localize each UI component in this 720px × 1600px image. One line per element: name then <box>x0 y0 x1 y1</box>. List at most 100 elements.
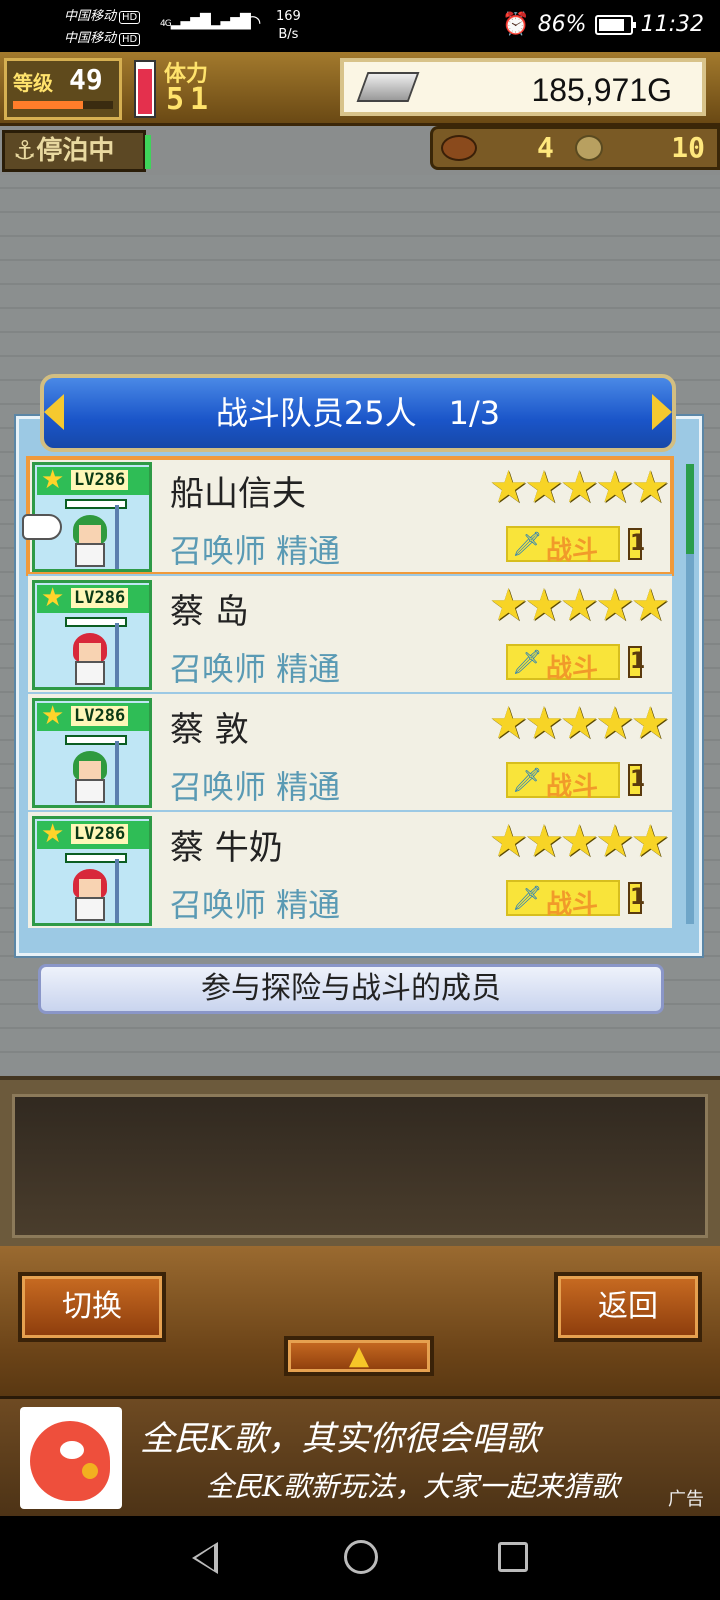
silver-bar-icon <box>356 72 420 102</box>
party-rank: 1 <box>628 528 645 560</box>
roster-row[interactable]: ★ LV286 蔡 敦召唤师 精通 ★★★★★ 🗡 战斗 1 <box>28 694 672 810</box>
wifi-icon: ◠ <box>244 10 261 34</box>
pointer-hand-icon <box>22 514 62 540</box>
resource-1-value: 4 <box>537 131 554 164</box>
previous-page-arrow-icon[interactable] <box>44 394 64 430</box>
party-rank: 1 <box>628 646 645 678</box>
level-label: 等级 <box>13 71 53 95</box>
ad-title: 全民K歌，其实你很会唱歌 <box>140 1419 540 1459</box>
back-nav-icon[interactable] <box>192 1542 218 1574</box>
role-label: 战斗 <box>546 772 599 802</box>
navigation-bar <box>0 1516 720 1600</box>
trident-icon <box>115 505 119 569</box>
sword-icon: 🗡 <box>512 530 543 558</box>
rarity-stars: ★★★★★ <box>488 816 670 867</box>
expand-up-button[interactable]: ▲ <box>284 1336 434 1376</box>
game-hud: 等级 49 体力 51 185,971G <box>0 52 720 126</box>
party-rank: 1 <box>628 764 645 796</box>
sword-icon: 🗡 <box>512 884 543 912</box>
sword-icon: 🗡 <box>512 648 543 676</box>
status-bar: 中国移动 HD 中国移动 HD 4G▂▄▆█ 4G▂▄▆█ ◠ 169 B/s ⏰ 8… <box>0 0 720 52</box>
stamina-value: 51 <box>166 82 215 117</box>
role-label: 战斗 <box>546 890 599 920</box>
xp-bar <box>13 101 113 109</box>
recent-apps-icon[interactable] <box>498 1542 528 1572</box>
level-badge: ★ LV286 <box>37 701 149 731</box>
parrot-eye <box>60 1441 84 1459</box>
member-portrait: ★ LV286 <box>32 698 152 808</box>
app-logo-icon <box>20 1407 122 1509</box>
ad-tag: 广告 <box>668 1489 704 1510</box>
microphone-icon <box>82 1463 98 1479</box>
roster-row[interactable]: ★ LV286 船山信夫 召唤师 精通 ★★★★★ 🗡 战斗 1 <box>26 456 674 576</box>
member-job: 召唤师 精通 <box>170 532 341 570</box>
gold-box: 185,971G <box>340 58 706 116</box>
trident-icon <box>115 859 119 923</box>
star-icon: ★ <box>41 819 65 849</box>
resource-2-value: 10 <box>671 131 705 164</box>
member-level: LV286 <box>71 824 129 844</box>
rarity-stars: ★★★★★ <box>488 580 670 631</box>
member-name: 蔡 岛 <box>170 592 249 632</box>
roster-title: 战斗队员25人 1/3 <box>215 394 501 432</box>
anchor-icon: ⚓ <box>13 136 37 166</box>
docked-status-badge: ⚓停泊中 <box>2 130 151 172</box>
star-icon: ★ <box>41 701 65 731</box>
rarity-stars: ★★★★★ <box>488 698 670 749</box>
role-label: 战斗 <box>546 536 599 566</box>
member-level: LV286 <box>71 706 129 726</box>
member-job: 召唤师 精通 <box>170 886 341 924</box>
gold-value: 185,971G <box>531 72 672 108</box>
member-level: LV286 <box>71 470 129 490</box>
parrot-icon <box>30 1421 110 1501</box>
level-badge: ★ LV286 <box>37 583 149 613</box>
stamina-gauge <box>134 60 156 118</box>
carrier-2: 中国移动 HD <box>64 27 141 46</box>
member-level: LV286 <box>71 588 129 608</box>
character-face <box>79 879 101 897</box>
ad-subtitle: 全民K歌新玩法，大家一起来猜歌 <box>206 1470 619 1503</box>
signal-icon: 4G▂▄▆█ <box>200 14 251 30</box>
role-badge: 🗡 战斗 <box>506 644 620 684</box>
roster-scrollbar[interactable] <box>686 464 694 924</box>
level-badge: ★ LV286 <box>37 819 149 849</box>
switch-button[interactable]: 切换 <box>18 1272 166 1342</box>
ad-banner[interactable]: 全民K歌，其实你很会唱歌 全民K歌新玩法，大家一起来猜歌 广告 <box>0 1396 720 1516</box>
member-name: 船山信夫 <box>170 474 306 514</box>
back-button[interactable]: 返回 <box>554 1272 702 1342</box>
level-box: 等级 49 <box>4 58 122 120</box>
sword-icon: 🗡 <box>512 766 543 794</box>
member-name: 蔡 牛奶 <box>170 828 283 868</box>
role-badge: 🗡 战斗 <box>506 762 620 802</box>
star-icon: ★ <box>41 465 65 495</box>
battery-percent: 86% <box>537 12 587 37</box>
character-body <box>75 779 105 803</box>
member-portrait: ★ LV286 <box>32 816 152 926</box>
character-face <box>79 761 101 779</box>
character-face <box>79 525 101 543</box>
character-face <box>79 643 101 661</box>
next-page-arrow-icon[interactable] <box>652 394 672 430</box>
character-body <box>75 897 105 921</box>
clock: 11:32 <box>640 12 704 37</box>
roster-row[interactable]: ★ LV286 蔡 牛奶召唤师 精通 ★★★★★ 🗡 战斗 1 <box>28 812 672 928</box>
roster-caption: 参与探险与战斗的成员 <box>38 964 664 1014</box>
resource-box: 4 10 <box>430 126 720 170</box>
level-badge: ★ LV286 <box>37 465 149 495</box>
status-indicator <box>145 135 151 169</box>
scroll-thumb[interactable] <box>686 464 694 554</box>
barrel-icon <box>441 135 477 161</box>
role-badge: 🗡 战斗 <box>506 526 620 566</box>
carrier-1: 中国移动 HD <box>64 5 141 24</box>
home-nav-icon[interactable] <box>344 1540 378 1574</box>
trident-icon <box>115 741 119 805</box>
member-name: 蔡 敦 <box>170 710 249 750</box>
network-speed: 169 B/s <box>276 9 301 42</box>
member-job: 召唤师 精通 <box>170 650 341 688</box>
character-body <box>75 543 105 567</box>
member-portrait: ★ LV286 <box>32 580 152 690</box>
level-value: 49 <box>69 63 103 96</box>
party-rank: 1 <box>628 882 645 914</box>
roster-row[interactable]: ★ LV286 蔡 岛召唤师 精通 ★★★★★ 🗡 战斗 1 <box>28 576 672 692</box>
trident-icon <box>115 623 119 687</box>
